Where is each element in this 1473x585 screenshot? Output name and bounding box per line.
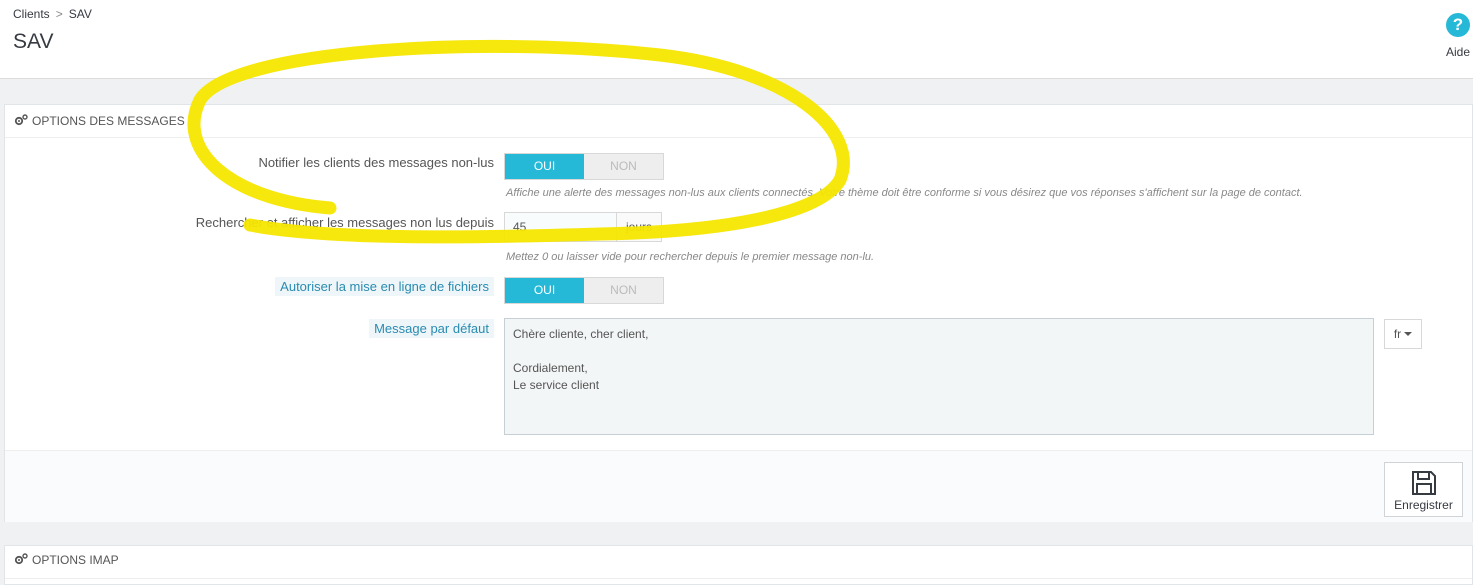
imap-options-panel: OPTIONS IMAP — [4, 545, 1473, 585]
breadcrumb-separator: > — [55, 7, 63, 21]
search-days-help-text: Mettez 0 ou laisser vide pour rechercher… — [506, 251, 875, 263]
panel-title: OPTIONS DES MESSAGES — [32, 114, 185, 128]
question-circle-icon: ? — [1446, 13, 1470, 37]
notify-toggle[interactable]: OUI NON — [504, 153, 664, 180]
cogs-icon — [14, 553, 28, 565]
caret-down-icon — [1404, 332, 1413, 336]
message-options-panel: OPTIONS DES MESSAGES Notifier les client… — [4, 104, 1473, 522]
notify-help-text: Affiche une alerte des messages non-lus … — [506, 187, 1303, 199]
default-message-textarea[interactable]: Chère cliente, cher client, Cordialement… — [504, 318, 1374, 435]
default-message-label[interactable]: Message par défaut — [369, 319, 494, 338]
language-dropdown[interactable]: fr — [1384, 319, 1422, 349]
breadcrumb-current: SAV — [68, 7, 92, 21]
floppy-disk-icon — [1411, 471, 1436, 495]
panel-footer: Enregistrer — [5, 450, 1472, 522]
search-days-input[interactable] — [505, 213, 617, 241]
imap-panel-title: OPTIONS IMAP — [32, 553, 119, 567]
page-header: Clients > SAV SAV ? Aide — [0, 0, 1473, 79]
help-label: Aide — [1445, 45, 1471, 59]
breadcrumb-parent-link[interactable]: Clients — [13, 7, 50, 21]
upload-files-label[interactable]: Autoriser la mise en ligne de fichiers — [275, 277, 494, 296]
save-button[interactable]: Enregistrer — [1384, 462, 1463, 517]
search-days-label: Rechercher et afficher les messages non … — [195, 215, 494, 230]
upload-files-toggle[interactable]: OUI NON — [504, 277, 664, 304]
page-title: SAV — [13, 30, 54, 53]
days-suffix: jours — [617, 213, 661, 241]
help-button[interactable]: ? Aide — [1443, 13, 1473, 59]
upload-no-option[interactable]: NON — [584, 278, 663, 303]
breadcrumb: Clients > SAV — [13, 7, 92, 21]
search-days-group: jours — [504, 212, 662, 242]
notify-yes-option[interactable]: OUI — [505, 154, 584, 179]
cogs-icon — [14, 114, 28, 126]
panel-heading: OPTIONS DES MESSAGES — [5, 105, 1472, 138]
notify-label: Notifier les clients des messages non-lu… — [258, 155, 494, 170]
save-label: Enregistrer — [1394, 498, 1453, 512]
notify-no-option[interactable]: NON — [584, 154, 663, 179]
language-value: fr — [1393, 327, 1402, 341]
imap-panel-heading: OPTIONS IMAP — [5, 546, 1472, 579]
upload-yes-option[interactable]: OUI — [505, 278, 584, 303]
